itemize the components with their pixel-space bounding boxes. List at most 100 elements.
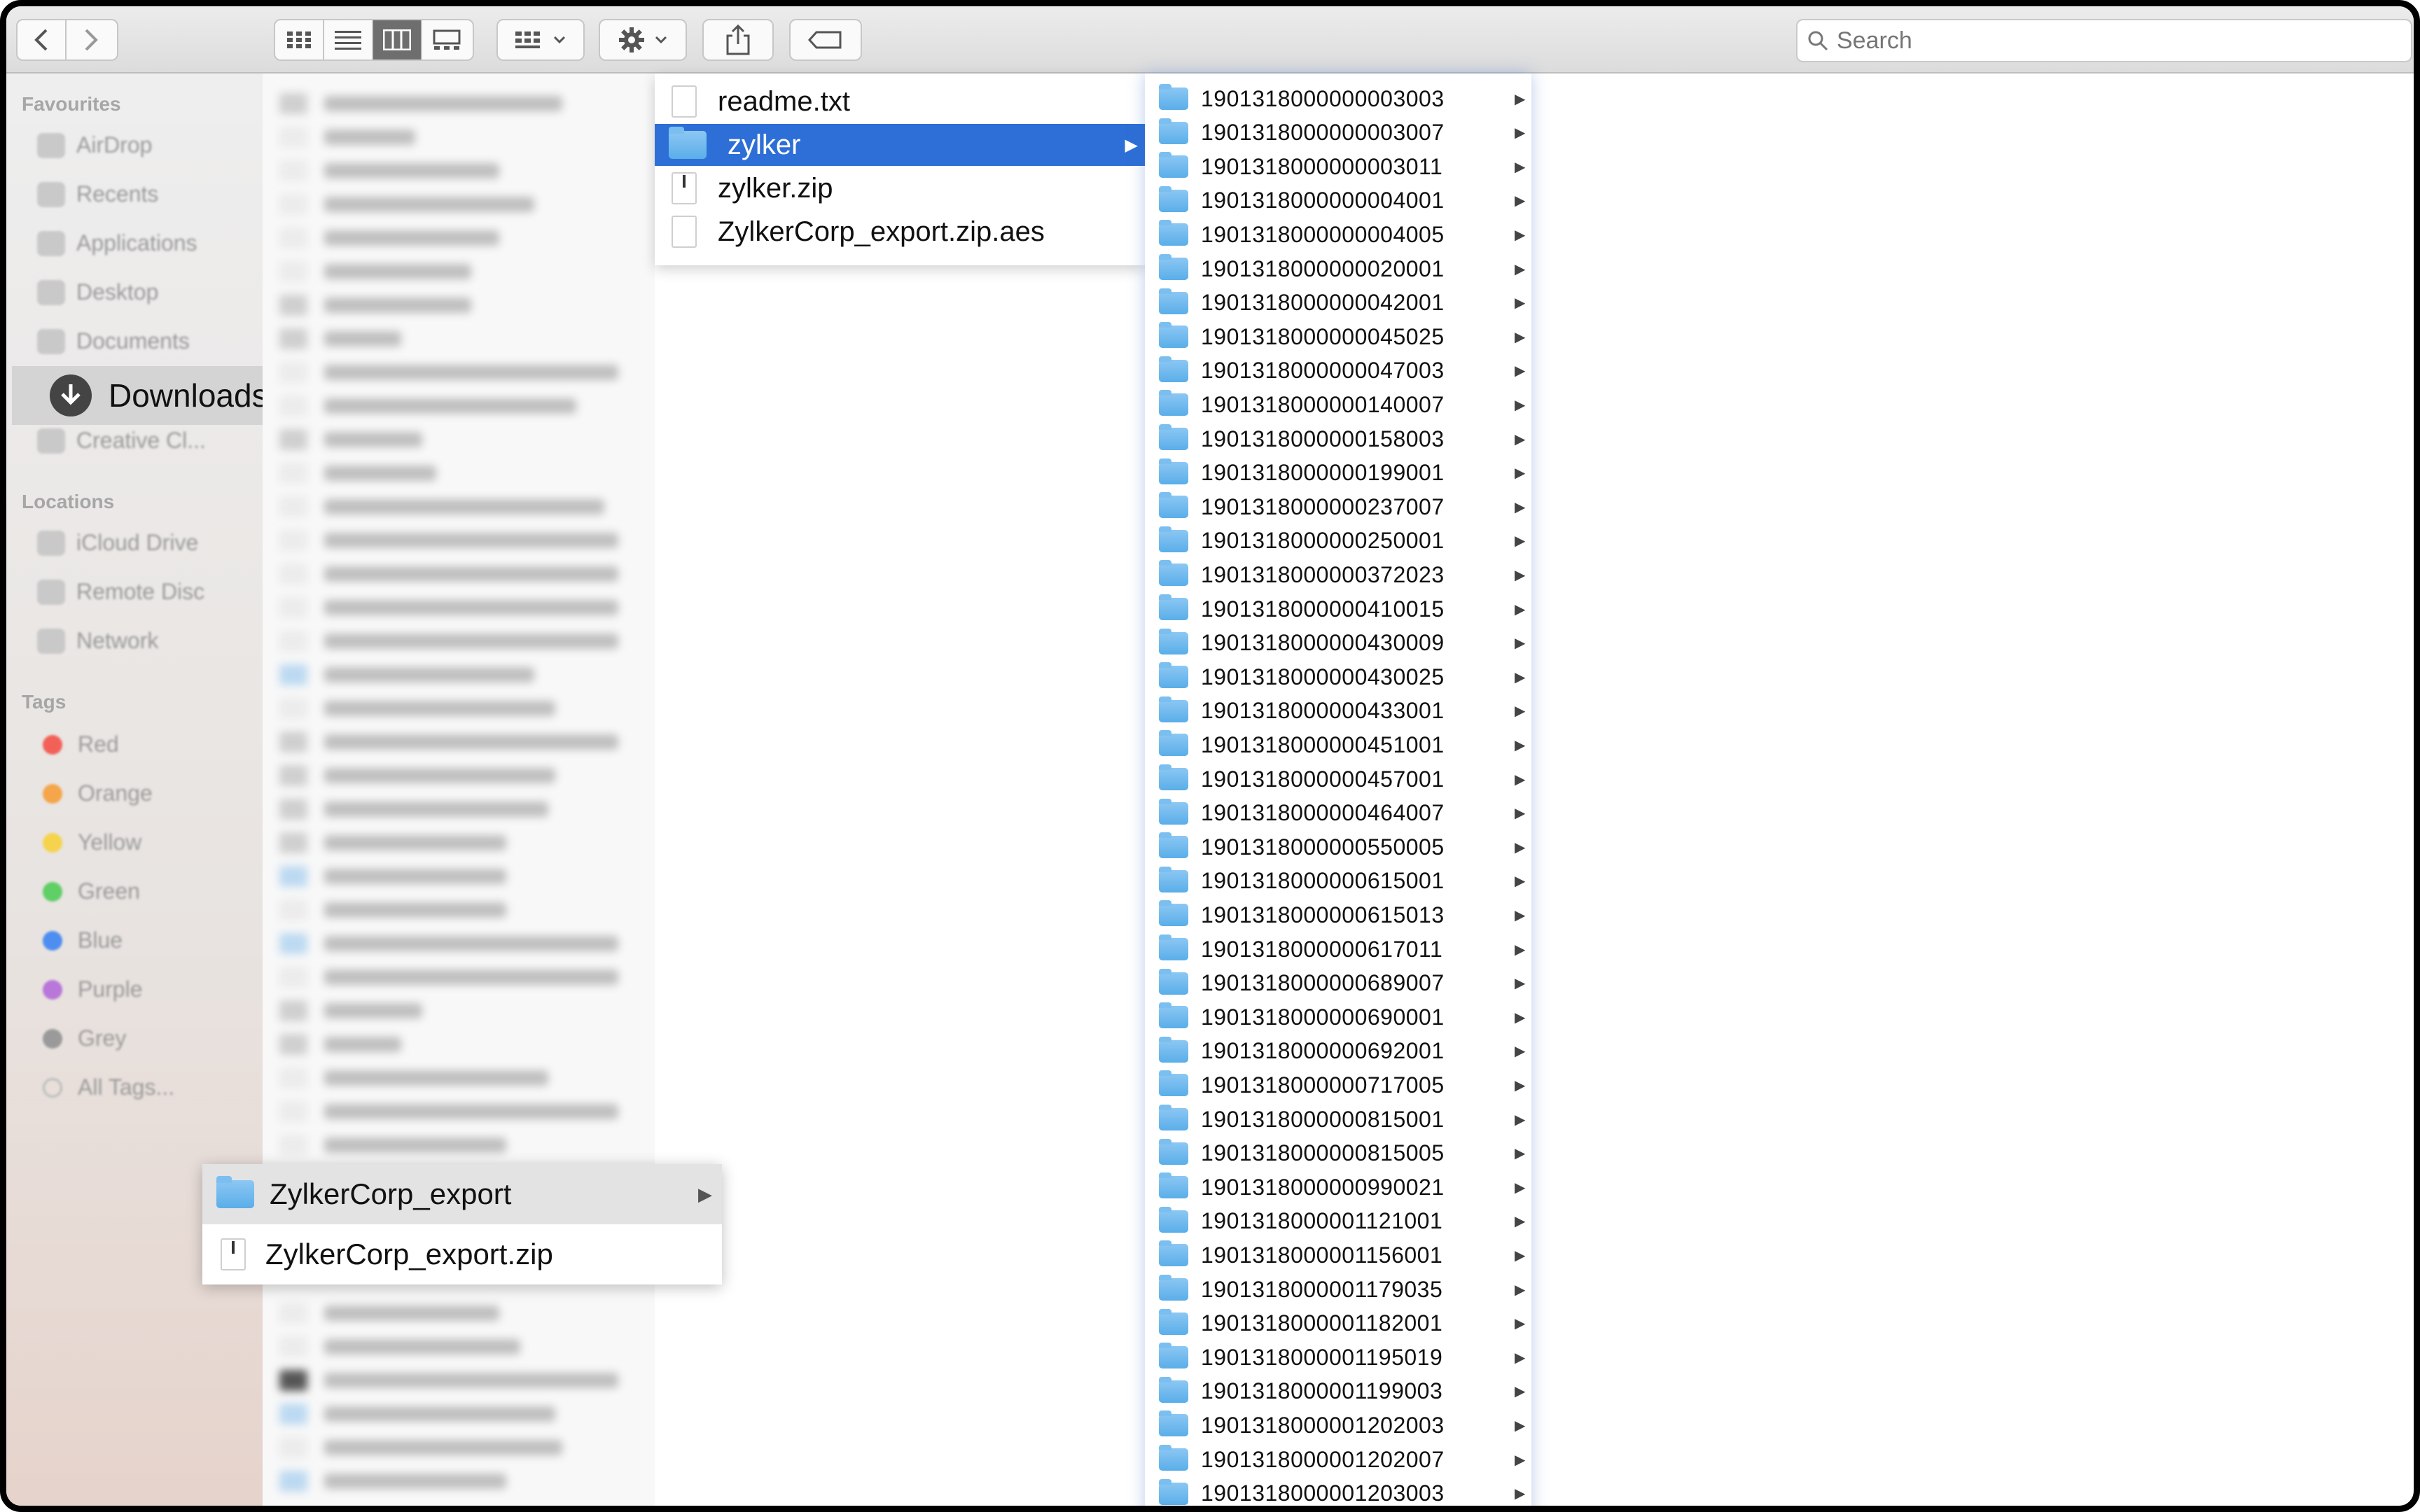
folder-row[interactable]: 1901318000000003007 ▶ <box>1145 116 1531 150</box>
folder-row[interactable]: 1901318000000692001 ▶ <box>1145 1035 1531 1068</box>
icon-view-button[interactable] <box>275 20 324 59</box>
file-name: readme.txt <box>718 85 850 117</box>
folder-row[interactable]: 1901318000000990021 ▶ <box>1145 1170 1531 1204</box>
folder-row[interactable]: 1901318000001179035 ▶ <box>1145 1273 1531 1306</box>
folder-icon <box>1159 1410 1188 1437</box>
sidebar-item-creative-cloud[interactable]: Creative Cl... <box>37 428 206 454</box>
sidebar-tag-yellow[interactable]: Yellow <box>43 830 141 855</box>
file-row-readme[interactable]: readme.txt <box>655 80 1145 122</box>
sidebar-tag-green[interactable]: Green <box>43 878 140 904</box>
blurred-row <box>279 93 562 114</box>
disclosure-arrow-icon: ▶ <box>1515 567 1526 583</box>
folder-row[interactable]: 1901318000000690001 ▶ <box>1145 1000 1531 1034</box>
column-view-button[interactable] <box>373 20 422 59</box>
sidebar-tag-purple[interactable]: Purple <box>43 976 143 1002</box>
blurred-row <box>279 261 471 282</box>
folder-row[interactable]: 1901318000000199001 ▶ <box>1145 456 1531 490</box>
folder-name: 1901318000000004001 <box>1201 188 1445 214</box>
sidebar-tag-orange[interactable]: Orange <box>43 780 153 806</box>
folder-row[interactable]: 1901318000000717005 ▶ <box>1145 1068 1531 1102</box>
folder-row[interactable]: 1901318000001121001 ▶ <box>1145 1205 1531 1238</box>
folder-row[interactable]: 1901318000000004001 ▶ <box>1145 184 1531 218</box>
sidebar-item-network[interactable]: Network <box>37 628 158 654</box>
popup-item-zylkercorp-export[interactable]: ZylkerCorp_export ▶ <box>202 1164 722 1224</box>
sidebar-section-favourites: Favourites <box>22 93 121 115</box>
sidebar-tag-all[interactable]: All Tags... <box>43 1074 174 1100</box>
folder-row[interactable]: 1901318000000430009 ▶ <box>1145 626 1531 660</box>
search-field[interactable] <box>1796 19 2412 62</box>
folder-row[interactable]: 1901318000000433001 ▶ <box>1145 694 1531 728</box>
folder-row[interactable]: 1901318000001202003 ▶ <box>1145 1408 1531 1442</box>
folder-row[interactable]: 1901318000000140007 ▶ <box>1145 388 1531 421</box>
folder-row[interactable]: 1901318000000047003 ▶ <box>1145 354 1531 388</box>
blurred-row <box>279 1034 401 1055</box>
disclosure-arrow-icon: ▶ <box>1515 976 1526 992</box>
sidebar-tag-red[interactable]: Red <box>43 732 119 757</box>
sidebar-item-applications[interactable]: Applications <box>37 230 197 256</box>
folder-row[interactable]: 1901318000001195019 ▶ <box>1145 1340 1531 1374</box>
folder-row[interactable]: 1901318000000615001 ▶ <box>1145 864 1531 898</box>
share-button[interactable] <box>702 19 774 61</box>
disclosure-arrow-icon: ▶ <box>1515 1418 1526 1434</box>
sidebar-item-icloud-drive[interactable]: iCloud Drive <box>37 530 198 556</box>
folder-row[interactable]: 1901318000000250001 ▶ <box>1145 524 1531 558</box>
folder-row[interactable]: 1901318000000815001 ▶ <box>1145 1102 1531 1136</box>
back-button[interactable] <box>18 20 67 59</box>
folder-row[interactable]: 1901318000001156001 ▶ <box>1145 1238 1531 1272</box>
list-view-button[interactable] <box>324 20 373 59</box>
folder-row[interactable]: 1901318000001182001 ▶ <box>1145 1307 1531 1340</box>
folder-row[interactable]: 1901318000000410015 ▶ <box>1145 592 1531 626</box>
search-input[interactable] <box>1835 26 2384 55</box>
sidebar-item-remote-disc[interactable]: Remote Disc <box>37 579 204 605</box>
folder-name: 1901318000000430025 <box>1201 664 1445 690</box>
sidebar-item-label: Downloads <box>109 377 268 414</box>
folder-row[interactable]: 1901318000000430025 ▶ <box>1145 660 1531 694</box>
folder-row[interactable]: 1901318000000045025 ▶ <box>1145 320 1531 354</box>
sidebar-item-desktop[interactable]: Desktop <box>37 279 158 305</box>
folder-row[interactable]: 1901318000000689007 ▶ <box>1145 967 1531 1000</box>
folder-row[interactable]: 1901318000000372023 ▶ <box>1145 558 1531 592</box>
folder-row[interactable]: 1901318000000615013 ▶ <box>1145 898 1531 932</box>
folder-row[interactable]: 1901318000000003003 ▶ <box>1145 82 1531 115</box>
folder-row[interactable]: 1901318000000004005 ▶ <box>1145 218 1531 251</box>
folder-row[interactable]: 1901318000000020001 ▶ <box>1145 252 1531 286</box>
folder-row[interactable]: 1901318000000464007 ▶ <box>1145 797 1531 830</box>
popup-item-zylkercorp-export-zip[interactable]: ZylkerCorp_export.zip <box>202 1224 722 1284</box>
sidebar-item-documents[interactable]: Documents <box>37 328 190 354</box>
file-row-zylker-zip[interactable]: zylker.zip <box>655 167 1145 209</box>
blurred-row <box>279 799 548 820</box>
sidebar-tag-label: Orange <box>78 780 153 806</box>
folder-row[interactable]: 1901318000000457001 ▶ <box>1145 762 1531 796</box>
folder-row[interactable]: 1901318000000617011 ▶ <box>1145 932 1531 966</box>
folder-row[interactable]: 1901318000000815005 ▶ <box>1145 1137 1531 1170</box>
blurred-row <box>279 564 618 584</box>
folder-row[interactable]: 1901318000001202007 ▶ <box>1145 1443 1531 1476</box>
sidebar-item-airdrop[interactable]: AirDrop <box>37 132 152 158</box>
disclosure-arrow-icon: ▶ <box>1515 261 1526 277</box>
file-row-export-aes[interactable]: ZylkerCorp_export.zip.aes <box>655 211 1145 253</box>
folder-row[interactable]: 1901318000000237007 ▶ <box>1145 490 1531 524</box>
share-icon <box>726 24 750 55</box>
folder-row[interactable]: 1901318000000451001 ▶ <box>1145 728 1531 762</box>
folder-row[interactable]: 1901318000000003011 ▶ <box>1145 150 1531 183</box>
sidebar-tag-blue[interactable]: Blue <box>43 927 123 953</box>
group-by-button[interactable] <box>496 19 585 61</box>
forward-button[interactable] <box>67 20 116 59</box>
folder-row-zylker[interactable]: zylker ▶ <box>655 124 1145 166</box>
folder-row[interactable]: 1901318000001203003 ▶ <box>1145 1477 1531 1506</box>
action-menu-button[interactable] <box>599 19 687 61</box>
disclosure-arrow-icon: ▶ <box>1515 499 1526 515</box>
folder-icon <box>1159 1343 1188 1369</box>
tag-button[interactable] <box>789 19 862 61</box>
folder-row[interactable]: 1901318000000042001 ▶ <box>1145 286 1531 320</box>
folder-row[interactable]: 1901318000000550005 ▶ <box>1145 830 1531 864</box>
folder-row[interactable]: 1901318000000158003 ▶ <box>1145 422 1531 456</box>
folder-icon <box>1159 186 1188 212</box>
folder-name: 1901318000001202003 <box>1201 1412 1445 1438</box>
sidebar-tag-grey[interactable]: Grey <box>43 1026 126 1051</box>
folder-row[interactable]: 1901318000001199003 ▶ <box>1145 1375 1531 1408</box>
folder-name: 1901318000000815005 <box>1201 1140 1445 1166</box>
disclosure-arrow-icon: ▶ <box>1515 704 1526 720</box>
gallery-view-button[interactable] <box>422 20 471 59</box>
sidebar-item-recents[interactable]: Recents <box>37 181 158 207</box>
